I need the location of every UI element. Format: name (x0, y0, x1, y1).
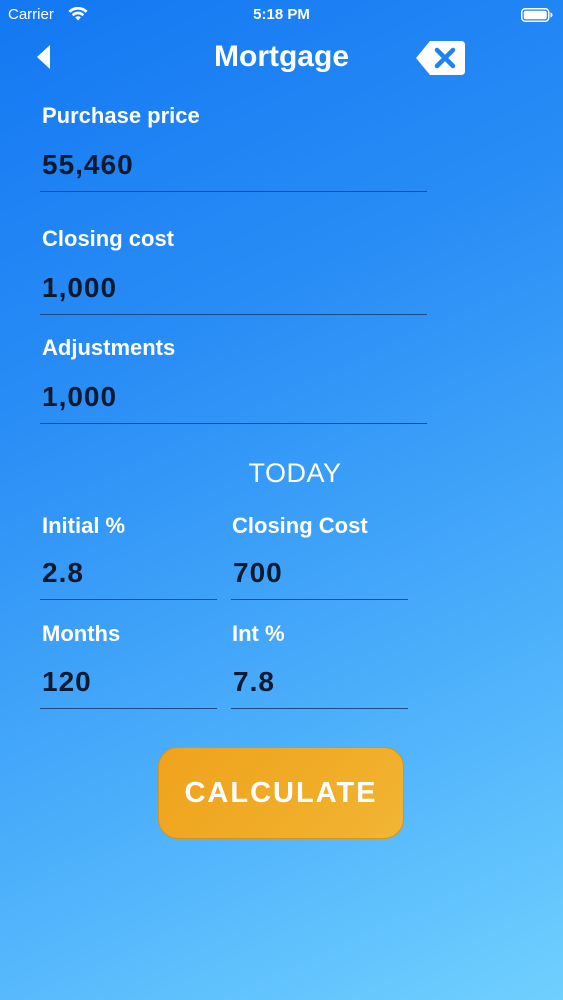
calculate-button[interactable]: CALCULATE (158, 747, 404, 839)
int-pct-input[interactable] (231, 663, 408, 709)
months-label: Months (42, 621, 121, 646)
initial-pct-input[interactable] (40, 554, 217, 600)
closing-cost-input[interactable] (40, 269, 427, 315)
months-input[interactable] (40, 663, 217, 709)
purchase-price-input[interactable] (40, 146, 427, 192)
int-pct-label: Int % (232, 621, 285, 646)
backspace-icon[interactable] (414, 39, 466, 77)
status-time: 5:18 PM (253, 6, 310, 23)
adjustments-input[interactable] (40, 378, 427, 424)
today-closing-cost-label: Closing Cost (232, 513, 368, 538)
initial-pct-label: Initial % (42, 513, 126, 538)
status-bar: Carrier 5:18 PM (0, 0, 563, 30)
adjustments-label: Adjustments (42, 335, 176, 360)
purchase-price-label: Purchase price (42, 103, 200, 128)
closing-cost-label: Closing cost (42, 226, 175, 251)
battery-icon (521, 8, 553, 22)
today-closing-cost-input[interactable] (231, 554, 408, 600)
section-title-today: TODAY (248, 458, 342, 488)
page-title: Mortgage (214, 40, 349, 73)
